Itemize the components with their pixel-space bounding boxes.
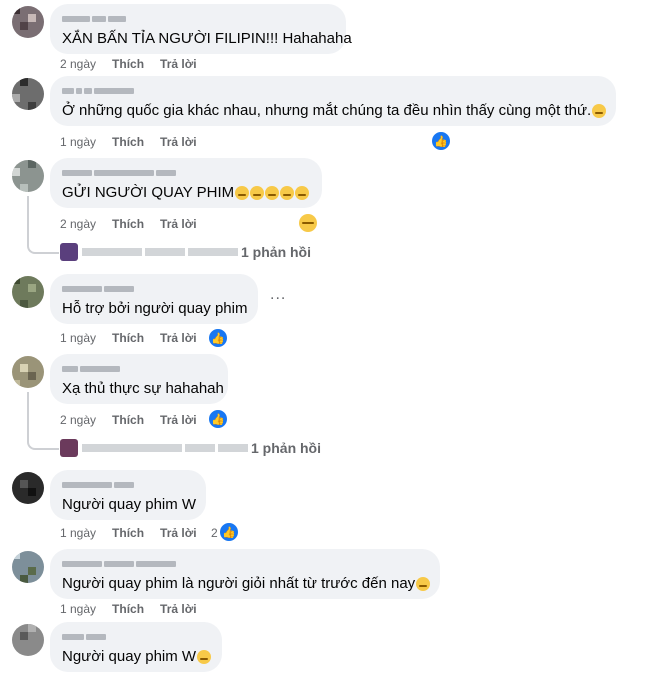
avatar[interactable] bbox=[12, 551, 44, 583]
comment-bubble: Xạ thủ thực sự hahahah bbox=[50, 354, 228, 404]
emoji-icon bbox=[250, 186, 265, 201]
comment-text: Hỗ trợ bởi người quay phim bbox=[62, 300, 248, 317]
like-button[interactable]: Thích bbox=[112, 217, 144, 231]
more-options-button[interactable]: ... bbox=[270, 286, 286, 304]
emoji-icon bbox=[235, 186, 250, 201]
avatar[interactable] bbox=[12, 472, 44, 504]
comment-time[interactable]: 1 ngày bbox=[60, 602, 96, 616]
comment-time[interactable]: 1 ngày bbox=[60, 526, 96, 540]
reply-button[interactable]: Trả lời bbox=[160, 413, 197, 427]
reply-avatar bbox=[60, 243, 78, 261]
comment-text: Người quay phim W bbox=[62, 496, 197, 513]
avatar[interactable] bbox=[12, 6, 44, 38]
laughing-reaction-icon[interactable] bbox=[299, 214, 317, 232]
comment-bubble: Người quay phim W bbox=[50, 622, 222, 672]
commenter-name[interactable] bbox=[62, 362, 216, 376]
comment-actions: 1 ngày Thích Trả lời bbox=[60, 135, 197, 149]
thread-line bbox=[27, 392, 59, 450]
comment-text: GỬI NGƯỜI QUAY PHIM bbox=[62, 183, 310, 203]
comment-actions: 1 ngày Thích Trả lời bbox=[60, 602, 197, 616]
reaction-count[interactable]: 2 bbox=[211, 526, 218, 540]
comment-time[interactable]: 2 ngày bbox=[60, 57, 96, 71]
reply-button[interactable]: Trả lời bbox=[160, 217, 197, 231]
comment-text: XẮN BẤN TỈA NGƯỜI FILIPIN!!! Hahahaha bbox=[62, 30, 352, 47]
commenter-name[interactable] bbox=[62, 630, 210, 644]
like-button[interactable]: Thích bbox=[112, 331, 144, 345]
reply-button[interactable]: Trả lời bbox=[160, 602, 197, 616]
reply-button[interactable]: Trả lời bbox=[160, 331, 197, 345]
emoji-icon bbox=[265, 186, 280, 201]
comment-time[interactable]: 1 ngày bbox=[60, 135, 96, 149]
avatar[interactable] bbox=[12, 624, 44, 656]
commenter-name[interactable] bbox=[62, 478, 194, 492]
comment-text: Ở những quốc gia khác nhau, nhưng mắt ch… bbox=[62, 101, 607, 121]
emoji-icon bbox=[280, 186, 295, 201]
avatar[interactable] bbox=[12, 276, 44, 308]
emoji-icon bbox=[295, 186, 310, 201]
like-reaction-icon[interactable]: 👍 bbox=[208, 328, 228, 348]
like-button[interactable]: Thích bbox=[112, 135, 144, 149]
comment-time[interactable]: 2 ngày bbox=[60, 217, 96, 231]
comment-bubble: Hỗ trợ bởi người quay phim bbox=[50, 274, 258, 324]
commenter-name[interactable] bbox=[62, 12, 334, 26]
avatar[interactable] bbox=[12, 356, 44, 388]
comment-bubble: Ở những quốc gia khác nhau, nhưng mắt ch… bbox=[50, 76, 616, 126]
like-button[interactable]: Thích bbox=[112, 413, 144, 427]
comment-actions: 2 ngày Thích Trả lời bbox=[60, 57, 197, 71]
replies-count[interactable]: 1 phản hồi bbox=[241, 244, 311, 260]
thread-line bbox=[27, 196, 59, 254]
comment-bubble: Người quay phim là người giỏi nhất từ tr… bbox=[50, 549, 440, 599]
like-reaction-icon[interactable]: 👍 bbox=[208, 409, 228, 429]
like-button[interactable]: Thích bbox=[112, 602, 144, 616]
like-reaction-icon[interactable]: 👍 bbox=[219, 522, 239, 542]
commenter-name[interactable] bbox=[62, 166, 310, 180]
comment-actions: 2 ngày Thích Trả lời bbox=[60, 413, 197, 427]
commenter-name[interactable] bbox=[62, 557, 428, 571]
avatar[interactable] bbox=[12, 78, 44, 110]
view-replies-link[interactable]: 1 phản hồi bbox=[60, 243, 311, 261]
comment-text: Người quay phim là người giỏi nhất từ tr… bbox=[62, 574, 431, 594]
commenter-name[interactable] bbox=[62, 84, 604, 98]
crying-emoji-icon bbox=[592, 104, 607, 119]
commenter-name[interactable] bbox=[62, 282, 246, 296]
reply-button[interactable]: Trả lời bbox=[160, 135, 197, 149]
comment-actions: 1 ngày Thích Trả lời bbox=[60, 526, 197, 540]
reply-button[interactable]: Trả lời bbox=[160, 526, 197, 540]
comment-time[interactable]: 2 ngày bbox=[60, 413, 96, 427]
comment-actions: 2 ngày Thích Trả lời bbox=[60, 217, 197, 231]
comment-bubble: Người quay phim W bbox=[50, 470, 206, 520]
reply-button[interactable]: Trả lời bbox=[160, 57, 197, 71]
comment-bubble: GỬI NGƯỜI QUAY PHIM bbox=[50, 158, 322, 208]
avatar[interactable] bbox=[12, 160, 44, 192]
comment-text: Xạ thủ thực sự hahahah bbox=[62, 380, 224, 397]
comment-text: Người quay phim W bbox=[62, 647, 212, 667]
replies-count[interactable]: 1 phản hồi bbox=[251, 440, 321, 456]
like-button[interactable]: Thích bbox=[112, 526, 144, 540]
reply-avatar bbox=[60, 439, 78, 457]
like-button[interactable]: Thích bbox=[112, 57, 144, 71]
grin-emoji-icon bbox=[197, 650, 212, 665]
smile-emoji-icon bbox=[416, 577, 431, 592]
comment-time[interactable]: 1 ngày bbox=[60, 331, 96, 345]
view-replies-link[interactable]: 1 phản hồi bbox=[60, 439, 321, 457]
comment-actions: 1 ngày Thích Trả lời bbox=[60, 331, 197, 345]
comment-bubble: XẮN BẤN TỈA NGƯỜI FILIPIN!!! Hahahaha bbox=[50, 4, 352, 54]
like-reaction-icon[interactable]: 👍 bbox=[431, 131, 451, 151]
